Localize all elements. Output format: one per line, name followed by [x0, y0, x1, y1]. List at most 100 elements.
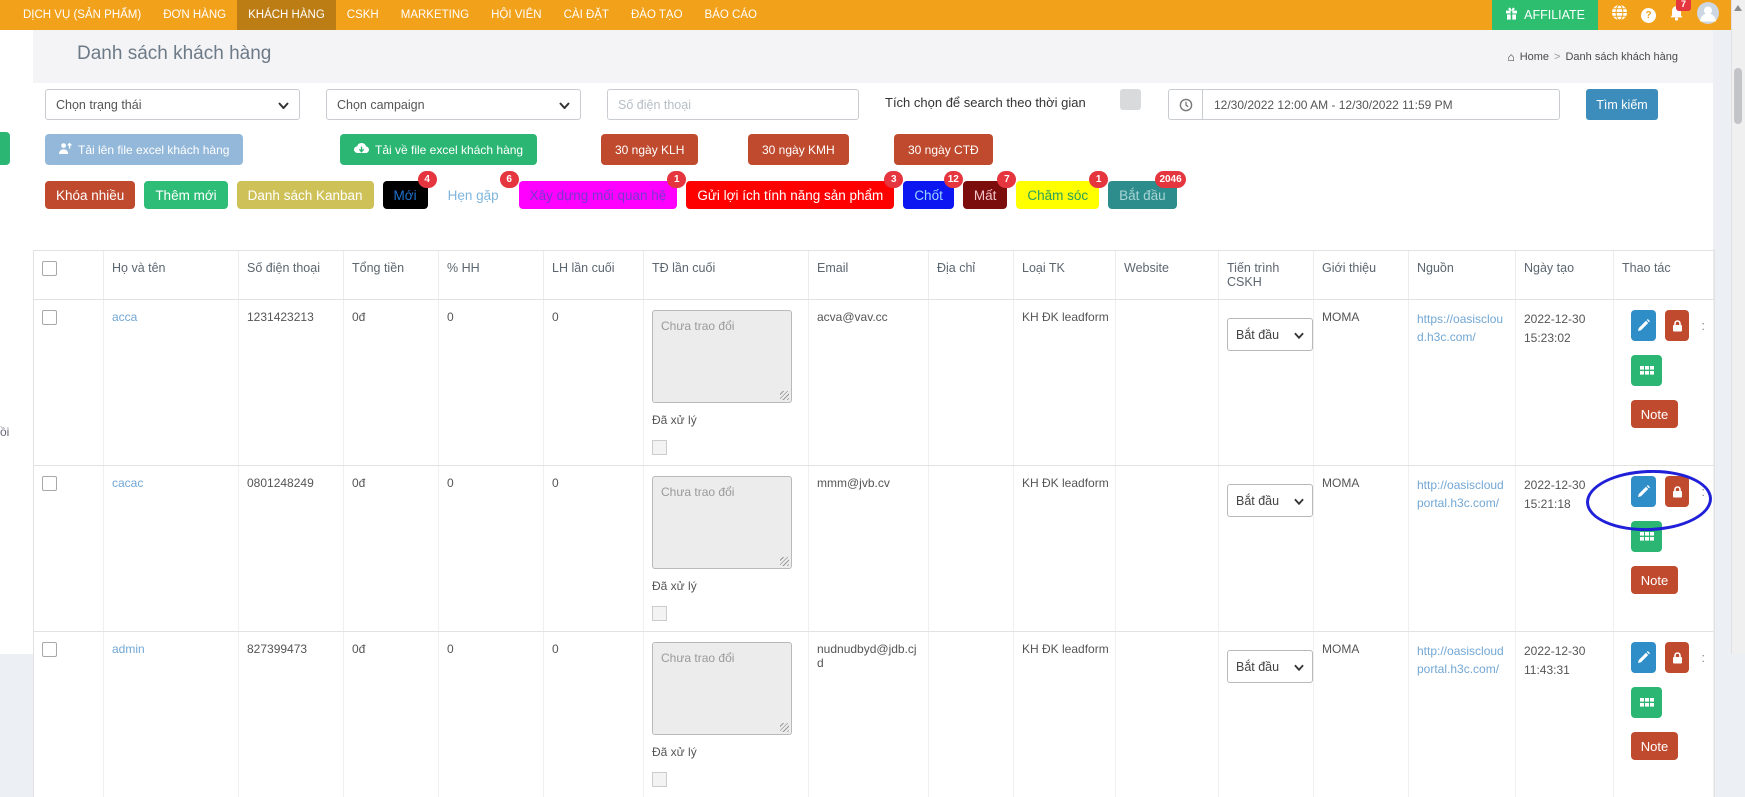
customer-referral: MOMA [1314, 632, 1409, 797]
customer-phone: 0801248249 [239, 466, 344, 631]
clipped-left-button-fragment [0, 132, 10, 165]
customer-name-link[interactable]: cacac [112, 476, 143, 490]
upload-excel-button[interactable]: Tải lên file excel khách hàng [45, 134, 243, 165]
row-checkbox[interactable] [42, 642, 57, 657]
cskh-progress-select[interactable]: Bắt đầu [1227, 650, 1313, 683]
scrollbar-up-arrow[interactable] [1734, 5, 1742, 11]
processed-checkbox[interactable] [652, 440, 667, 455]
col-header-td: TĐ lần cuối [644, 251, 809, 299]
nav-item-cai-dat[interactable]: CÀI ĐẶT [553, 0, 620, 30]
note-button[interactable]: Note [1631, 566, 1678, 594]
filter-xay-dung-button[interactable]: Xây dựng mối quan hệ1 [519, 181, 678, 209]
nav-item-bao-cao[interactable]: BÁO CÁO [694, 0, 768, 30]
nav-item-cskh[interactable]: CSKH [336, 0, 390, 30]
breadcrumb-separator: > [1554, 51, 1560, 63]
globe-icon[interactable] [1611, 4, 1628, 26]
row-checkbox[interactable] [42, 310, 57, 325]
chevron-down-icon [1294, 328, 1304, 342]
cskh-progress-select[interactable]: Bắt đầu [1227, 318, 1313, 351]
processed-checkbox[interactable] [652, 772, 667, 787]
filter-gui-loi-ich-button[interactable]: Gửi lợi ích tính năng sản phẩm3 [686, 181, 894, 209]
row-checkbox[interactable] [42, 476, 57, 491]
top-navbar: DỊCH VỤ (SẢN PHẨM) ĐƠN HÀNG KHÁCH HÀNG C… [0, 0, 1733, 30]
customer-source-link[interactable]: https://oasiscloud.h3c.com/ [1417, 310, 1507, 346]
status-select[interactable]: Chọn trạng thái [45, 89, 300, 120]
note-button[interactable]: Note [1631, 400, 1678, 428]
col-header-address: Địa chỉ [929, 251, 1014, 299]
affiliate-button[interactable]: AFFILIATE [1492, 0, 1598, 30]
add-new-button[interactable]: Thêm mới [144, 181, 227, 209]
30-day-klh-button[interactable]: 30 ngày KLH [601, 134, 698, 165]
customer-referral: MOMA [1314, 300, 1409, 465]
customer-referral: MOMA [1314, 466, 1409, 631]
lock-button[interactable] [1665, 310, 1690, 341]
customer-hh: 0 [439, 632, 544, 797]
date-range-input[interactable]: 12/30/2022 12:00 AM - 12/30/2022 11:59 P… [1202, 89, 1560, 120]
customer-hh: 0 [439, 300, 544, 465]
nav-item-dao-tao[interactable]: ĐÀO TẠO [620, 0, 694, 30]
customer-name-link[interactable]: acca [112, 310, 137, 324]
breadcrumb-home[interactable]: Home [1520, 51, 1549, 63]
customer-source-link[interactable]: http://oasiscloudportal.h3c.com/ [1417, 642, 1507, 678]
col-header-phone: Số điện thoại [239, 251, 344, 299]
vertical-scrollbar[interactable] [1731, 0, 1745, 654]
30-day-ctd-button[interactable]: 30 ngày CTĐ [894, 134, 993, 165]
customer-address [929, 466, 1014, 631]
campaign-select[interactable]: Chọn campaign [326, 89, 581, 120]
nav-item-marketing[interactable]: MARKETING [390, 0, 480, 30]
lock-button[interactable] [1665, 642, 1690, 673]
exchange-textarea[interactable]: Chưa trao đổi [652, 642, 792, 735]
cskh-progress-select[interactable]: Bắt đầu [1227, 484, 1313, 517]
col-header-referral: Giới thiệu [1314, 251, 1409, 299]
filter-cham-soc-button[interactable]: Chăm sóc1 [1016, 181, 1099, 209]
edit-button[interactable] [1631, 642, 1656, 673]
processed-label: Đã xử lý [652, 413, 800, 427]
kanban-list-button[interactable]: Danh sách Kanban [237, 181, 374, 209]
customer-created: 2022-12-30 15:23:02 [1516, 300, 1614, 465]
processed-checkbox[interactable] [652, 606, 667, 621]
edit-button[interactable] [1631, 310, 1656, 341]
filter-moi-button[interactable]: Mới4 [383, 181, 428, 209]
edit-button[interactable] [1631, 476, 1656, 507]
phone-input[interactable] [607, 89, 859, 120]
nav-item-dich-vu[interactable]: DỊCH VỤ (SẢN PHẨM) [12, 0, 152, 30]
home-icon: ⌂ [1507, 50, 1514, 64]
processed-label: Đã xử lý [652, 579, 800, 593]
gift-icon [1505, 7, 1518, 23]
table-row: cacac 0801248249 0đ 0 0 Chưa trao đổi Đã… [34, 465, 1714, 631]
time-search-checkbox[interactable] [1120, 89, 1141, 110]
notifications-bell-icon[interactable]: 7 [1669, 5, 1684, 26]
filter-mat-button[interactable]: Mất7 [963, 181, 1008, 209]
user-avatar[interactable] [1697, 2, 1719, 29]
scrollbar-thumb[interactable] [1734, 68, 1742, 124]
kanban-grid-button[interactable] [1631, 355, 1662, 386]
kanban-grid-button[interactable] [1631, 687, 1662, 718]
filter-bat-dau-button[interactable]: Bắt đầu2046 [1108, 181, 1177, 209]
clipped-colon-fragment: : [1701, 318, 1705, 333]
nav-item-khach-hang[interactable]: KHÁCH HÀNG [237, 0, 336, 30]
col-header-total: Tổng tiền [344, 251, 439, 299]
kanban-grid-button[interactable] [1631, 521, 1662, 552]
breadcrumb: ⌂ Home > Danh sách khách hàng [1507, 50, 1678, 64]
customer-phone: 1231423213 [239, 300, 344, 465]
nav-item-don-hang[interactable]: ĐƠN HÀNG [152, 0, 237, 30]
lock-many-button[interactable]: Khóa nhiều [45, 181, 135, 209]
filter-chot-button[interactable]: Chốt12 [903, 181, 954, 209]
30-day-kmh-button[interactable]: 30 ngày KMH [748, 134, 849, 165]
table-row: admin 827399473 0đ 0 0 Chưa trao đổi Đã … [34, 631, 1714, 797]
lock-button[interactable] [1665, 476, 1690, 507]
nav-item-hoi-vien[interactable]: HỘI VIÊN [480, 0, 552, 30]
select-all-checkbox[interactable] [42, 261, 57, 276]
exchange-textarea[interactable]: Chưa trao đổi [652, 476, 792, 569]
customer-source-link[interactable]: http://oasiscloudportal.h3c.com/ [1417, 476, 1507, 512]
note-button[interactable]: Note [1631, 732, 1678, 760]
exchange-textarea[interactable]: Chưa trao đổi [652, 310, 792, 403]
status-select-value: Chọn trạng thái [56, 98, 141, 112]
filter-hen-gap-button[interactable]: Hẹn gặp6 [437, 181, 510, 209]
clipped-colon-fragment: : [1701, 650, 1705, 665]
search-button[interactable]: Tìm kiếm [1586, 89, 1658, 120]
help-icon[interactable]: ? [1641, 8, 1656, 23]
badge-count: 6 [500, 171, 519, 188]
col-header-name: Họ và tên [104, 251, 239, 299]
download-excel-button[interactable]: Tải về file excel khách hàng [340, 134, 537, 165]
